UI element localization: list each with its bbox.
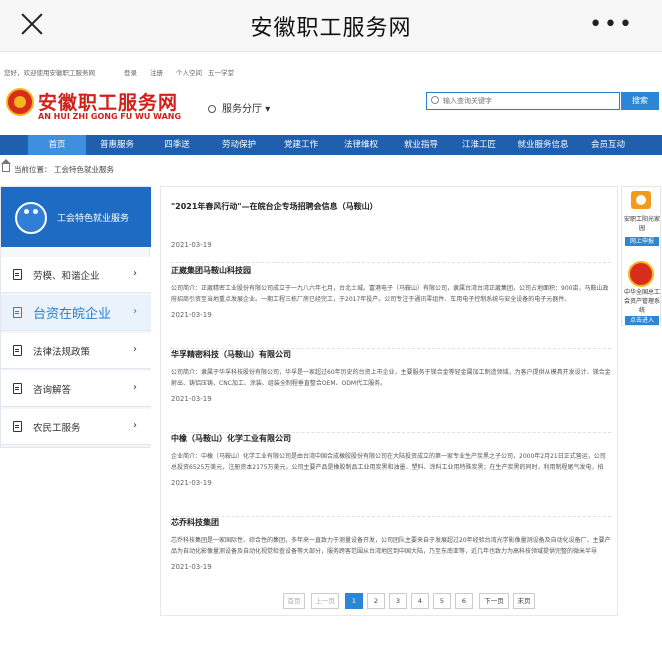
- article-title[interactable]: 正崴集团马鞍山科技园: [171, 265, 251, 276]
- nav-legal-rights[interactable]: 法律维权: [332, 135, 390, 155]
- more-icon[interactable]: •••: [589, 14, 634, 36]
- search-box: [426, 92, 620, 110]
- floating-side-widgets: 安职工阳光家园 网上申报 中华全国总工会资产管理系统 点击进入: [621, 186, 661, 326]
- sidebar-header: 工会特色就业服务: [1, 187, 151, 247]
- breadcrumb-current[interactable]: 工会特色就业服务: [54, 164, 114, 175]
- logo-text-cn: 安徽职工服务网: [38, 92, 179, 114]
- page-next-button[interactable]: 下一页: [479, 593, 509, 609]
- mobile-title-bar: 安徽职工服务网 •••: [0, 0, 662, 52]
- search-input[interactable]: [443, 95, 613, 107]
- nav-benefit-service[interactable]: 普惠服务: [88, 135, 146, 155]
- article-list: "2021年春风行动"—在皖台企专场招聘会信息（马鞍山） 2021-03-19 …: [160, 186, 618, 616]
- service-hall-label: 服务分厅: [222, 104, 262, 115]
- sidebar-item-label: 劳模、和谐企业: [33, 271, 100, 282]
- nav-employment-info[interactable]: 就业服务信息: [508, 135, 578, 155]
- sidebar-item-model-enterprise[interactable]: 劳模、和谐企业 ›: [1, 257, 151, 293]
- page-title: 安徽职工服务网: [250, 16, 412, 41]
- sidebar-item-label: 咨询解答: [33, 385, 72, 396]
- home-icon: [1, 159, 11, 172]
- login-link[interactable]: 登录: [124, 67, 137, 77]
- article-title[interactable]: 中橡（马鞍山）化学工业有限公司: [171, 433, 291, 444]
- nav-labor-protection[interactable]: 劳动保护: [208, 135, 270, 155]
- sunshine-home-label: 安职工阳光家园: [623, 216, 660, 232]
- service-hall-dropdown[interactable]: 服务分厅 ▾: [208, 100, 270, 115]
- page-number-button[interactable]: 1: [345, 593, 363, 609]
- site-header: 安徽职工服务网 AN HUI ZHI GONG FU WU WANG 服务分厅 …: [0, 82, 662, 132]
- article-summary: 企业简介：中橡（马鞍山）化学工业有限公司是由台湾中国合成橡胶股份有限公司在大陆投…: [171, 453, 606, 471]
- labor-school-link[interactable]: 五一学堂: [208, 67, 234, 77]
- page-number-button[interactable]: 2: [367, 593, 385, 609]
- document-icon: [13, 307, 22, 318]
- chevron-right-icon: ›: [133, 382, 137, 393]
- logo-text-en: AN HUI ZHI GONG FU WU WANG: [38, 112, 182, 121]
- page-number-button[interactable]: 5: [433, 593, 451, 609]
- document-icon: [13, 383, 22, 394]
- article-date: 2021-03-19: [171, 479, 212, 487]
- nav-member-interaction[interactable]: 会员互动: [580, 135, 636, 155]
- register-link[interactable]: 注册: [150, 67, 163, 77]
- nav-four-seasons[interactable]: 四季送: [148, 135, 206, 155]
- document-icon: [13, 269, 22, 280]
- breadcrumb-label: 当前位置：: [14, 165, 52, 174]
- welcome-text: 您好，欢迎使用安徽职工服务网: [4, 69, 95, 77]
- article-title[interactable]: 芯乔科技集团: [171, 517, 219, 528]
- nav-party-building[interactable]: 党建工作: [272, 135, 330, 155]
- page-prev-button[interactable]: 上一页: [311, 593, 339, 609]
- page-first-button[interactable]: 首页: [283, 593, 305, 609]
- sidebar: 工会特色就业服务 劳模、和谐企业 › 台资在皖企业 › 法律法规政策 › 咨询解…: [0, 186, 151, 448]
- search-button[interactable]: 搜索: [621, 92, 659, 110]
- article-summary: 公司简介：隶属于华孚科技股份有限公司，华孚是一家超过60年历史的台资上市企业，主…: [171, 369, 611, 387]
- nav-craftsmen[interactable]: 江淮工匠: [452, 135, 506, 155]
- list-item: 中橡（马鞍山）化学工业有限公司 企业简介：中橡（马鞍山）化学工业有限公司是由台湾…: [171, 433, 611, 517]
- sidebar-item-label: 台资在皖企业: [33, 307, 112, 322]
- chevron-right-icon: ›: [133, 306, 137, 317]
- sidebar-item-consult[interactable]: 咨询解答 ›: [1, 371, 151, 407]
- sidebar-header-title: 工会特色就业服务: [57, 214, 130, 224]
- article-title[interactable]: 华孚精密科技（马鞍山）有限公司: [171, 349, 291, 360]
- union-logo-icon: [6, 88, 34, 116]
- chevron-right-icon: ›: [133, 420, 137, 431]
- breadcrumb: 当前位置： 工会特色就业服务: [0, 159, 662, 176]
- enter-system-button[interactable]: 点击进入: [625, 316, 659, 325]
- sidebar-item-label: 农民工服务: [33, 423, 81, 434]
- page-number-button[interactable]: 6: [455, 593, 473, 609]
- sidebar-item-taiwan-enterprise[interactable]: 台资在皖企业 ›: [1, 295, 151, 331]
- article-date: 2021-03-19: [171, 563, 212, 571]
- online-apply-button[interactable]: 网上申报: [625, 237, 659, 246]
- nav-home[interactable]: 首页: [28, 135, 86, 155]
- article-summary: 芯乔科技集团是一家国际性、综合性的集团，多年来一直致力于测量设备开发，公司团队主…: [171, 537, 611, 555]
- personal-space-link[interactable]: 个人空间: [176, 67, 202, 77]
- chevron-right-icon: ›: [133, 344, 137, 355]
- article-date: 2021-03-19: [171, 311, 212, 319]
- list-item: 华孚精密科技（马鞍山）有限公司 公司简介：隶属于华孚科技股份有限公司，华孚是一家…: [171, 349, 611, 433]
- nav-employment-guidance[interactable]: 就业指导: [392, 135, 450, 155]
- article-summary: 公司简介：正崴精密工业股份有限公司成立于一九八六年七月，台北土城。富港电子（马鞍…: [171, 285, 609, 303]
- list-item: "2021年春风行动"—在皖台企专场招聘会信息（马鞍山） 2021-03-19: [171, 201, 611, 263]
- list-item: 正崴集团马鞍山科技园 公司简介：正崴精密工业股份有限公司成立于一九八六年七月，台…: [171, 265, 611, 349]
- document-icon: [13, 345, 22, 356]
- article-date: 2021-03-19: [171, 241, 212, 249]
- document-icon: [13, 421, 22, 432]
- sidebar-item-migrant-workers[interactable]: 农民工服务 ›: [1, 409, 151, 445]
- chevron-right-icon: ›: [133, 268, 137, 279]
- article-date: 2021-03-19: [171, 395, 212, 403]
- page-last-button[interactable]: 末页: [513, 593, 535, 609]
- sidebar-item-laws[interactable]: 法律法规政策 ›: [1, 333, 151, 369]
- user-icon: [208, 105, 216, 113]
- page-number-button[interactable]: 4: [411, 593, 429, 609]
- asset-system-label: 中华全国总工会资产管理系统: [623, 289, 660, 314]
- sidebar-item-label: 法律法规政策: [33, 347, 91, 358]
- article-title[interactable]: "2021年春风行动"—在皖台企专场招聘会信息（马鞍山）: [171, 201, 378, 212]
- search-icon: [431, 96, 439, 104]
- caret-down-icon: ▾: [265, 104, 271, 115]
- top-links-bar: 您好，欢迎使用安徽职工服务网 登录 注册 个人空间 五一学堂: [0, 64, 662, 78]
- main-nav: 首页 普惠服务 四季送 劳动保护 党建工作 法律维权 就业指导 江淮工匠 就业服…: [0, 135, 662, 155]
- people-icon: [15, 202, 47, 234]
- union-emblem-icon[interactable]: [628, 261, 654, 287]
- page-number-button[interactable]: 3: [389, 593, 407, 609]
- sunshine-home-icon[interactable]: [631, 191, 651, 209]
- list-item: 芯乔科技集团 芯乔科技集团是一家国际性、综合性的集团，多年来一直致力于测量设备开…: [171, 517, 611, 601]
